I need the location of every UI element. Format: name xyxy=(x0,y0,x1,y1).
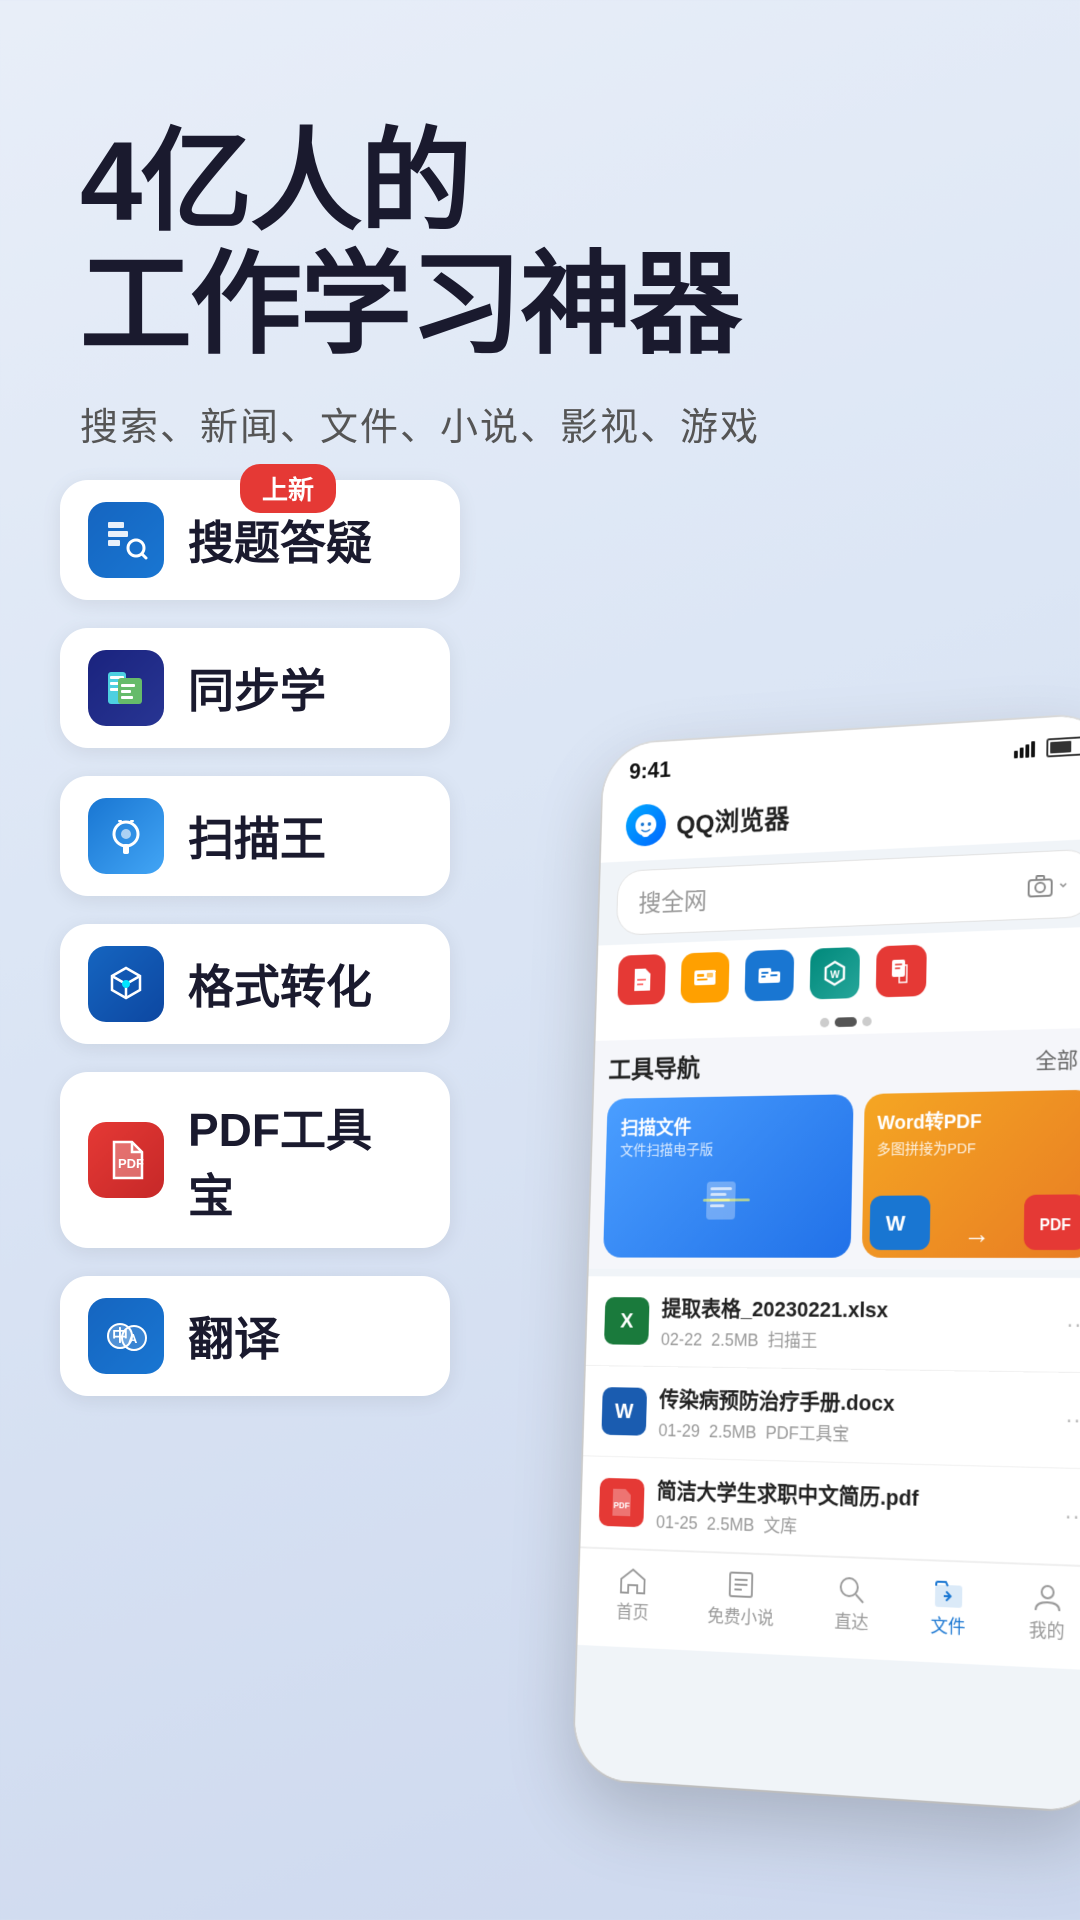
feature-card-search-qa[interactable]: 上新 搜题答疑 xyxy=(60,480,460,600)
nav-files-label: 文件 xyxy=(930,1612,965,1640)
quick-icon-3[interactable] xyxy=(744,949,794,1001)
file-meta-2: 01-29 2.5MB PDF工具宝 xyxy=(658,1417,1051,1451)
file-name-2: 传染病预防治疗手册.docx xyxy=(659,1382,1052,1421)
tools-title: 工具导航 xyxy=(608,1049,700,1085)
hero-section: 4亿人的 工作学习神器 搜索、新闻、文件、小说、影视、游戏 xyxy=(0,0,1080,491)
file-item-2[interactable]: W 传染病预防治疗手册.docx 01-29 2.5MB PDF工具宝 ··· xyxy=(583,1366,1080,1470)
file-meta-1: 02-22 2.5MB 扫描王 xyxy=(661,1326,1053,1356)
feature-card-format[interactable]: 格式转化 xyxy=(60,924,450,1044)
qq-logo xyxy=(625,803,666,847)
feature-label-scan: 扫描王 xyxy=(188,803,326,869)
hero-subtitle: 搜索、新闻、文件、小说、影视、游戏 xyxy=(80,396,1000,451)
quick-icon-5[interactable] xyxy=(876,944,927,997)
feature-card-scan[interactable]: 扫描王 xyxy=(60,776,450,896)
file-more-2[interactable]: ··· xyxy=(1065,1406,1080,1435)
nav-profile-label: 我的 xyxy=(1029,1616,1065,1644)
file-info-3: 简洁大学生求职中文简历.pdf 01-25 2.5MB 文库 xyxy=(656,1474,1051,1548)
scan-icon xyxy=(88,798,164,874)
svg-text:PDF: PDF xyxy=(118,1156,144,1171)
dot-2 xyxy=(835,1017,857,1027)
dot-3 xyxy=(862,1017,871,1027)
feature-label-pdf: PDF工具宝 xyxy=(188,1094,400,1226)
nav-novel-label: 免费小说 xyxy=(707,1602,774,1631)
file-more-3[interactable]: ··· xyxy=(1064,1502,1080,1531)
nav-profile[interactable]: 我的 xyxy=(1029,1581,1065,1644)
nav-home-label: 首页 xyxy=(616,1598,649,1625)
tool-cards: 扫描文件 文件扫描电子版 xyxy=(603,1090,1080,1258)
search-qa-icon xyxy=(88,502,164,578)
file-list: X 提取表格_20230221.xlsx 02-22 2.5MB 扫描王 ···… xyxy=(580,1276,1080,1567)
svg-text:A: A xyxy=(128,1331,138,1346)
feature-label-translate: 翻译 xyxy=(188,1303,280,1369)
file-info-2: 传染病预防治疗手册.docx 01-29 2.5MB PDF工具宝 xyxy=(658,1382,1051,1451)
word-pdf-sub: 多图拼接为PDF xyxy=(877,1136,1080,1159)
tools-all-link[interactable]: 全部 xyxy=(1035,1042,1080,1075)
pdf-icon: PDF xyxy=(88,1122,164,1198)
camera-icon xyxy=(1027,872,1069,897)
tools-header: 工具导航 全部 xyxy=(608,1040,1080,1086)
svg-text:W: W xyxy=(830,970,840,981)
tool-card-scan[interactable]: 扫描文件 文件扫描电子版 xyxy=(603,1094,854,1258)
feature-card-translate[interactable]: 中 A 翻译 xyxy=(60,1276,450,1396)
quick-icon-1[interactable] xyxy=(617,954,666,1005)
feature-card-pdf[interactable]: PDF PDF工具宝 xyxy=(60,1072,450,1248)
search-bar[interactable]: 搜全网 xyxy=(616,849,1080,936)
nav-files[interactable]: 文件 xyxy=(930,1577,966,1639)
feature-label-sync: 同步学 xyxy=(188,655,326,721)
browser-title: QQ浏览器 xyxy=(676,799,790,842)
scan-card-sub: 文件扫描电子版 xyxy=(620,1137,838,1160)
quick-icon-2[interactable] xyxy=(680,952,729,1004)
nav-novel[interactable]: 免费小说 xyxy=(707,1569,775,1631)
badge-new: 上新 xyxy=(240,464,336,513)
scan-card-label: 扫描文件 xyxy=(620,1110,838,1141)
status-time: 9:41 xyxy=(629,758,671,786)
bottom-nav: 首页 免费小说 直达 文件 我的 xyxy=(577,1547,1080,1671)
sync-icon xyxy=(88,650,164,726)
translate-icon: 中 A xyxy=(88,1298,164,1374)
status-icons xyxy=(1014,736,1080,759)
svg-text:PDF: PDF xyxy=(613,1500,629,1511)
nav-home[interactable]: 首页 xyxy=(616,1565,650,1625)
word-pdf-label: Word转PDF xyxy=(877,1104,1080,1135)
tool-card-word-pdf[interactable]: Word转PDF 多图拼接为PDF W → PDF xyxy=(862,1090,1080,1258)
file-name-1: 提取表格_20230221.xlsx xyxy=(661,1292,1052,1326)
search-placeholder: 搜全网 xyxy=(638,882,707,919)
hero-title: 4亿人的 工作学习神器 xyxy=(80,120,1000,366)
file-more-1[interactable]: ··· xyxy=(1066,1311,1080,1339)
docx-icon: W xyxy=(601,1387,647,1436)
file-info-1: 提取表格_20230221.xlsx 02-22 2.5MB 扫描王 xyxy=(661,1292,1053,1356)
format-icon xyxy=(88,946,164,1022)
battery-icon xyxy=(1046,736,1080,757)
xlsx-icon: X xyxy=(604,1297,650,1345)
quick-icons: W xyxy=(596,926,1080,1017)
feature-label-search-qa: 搜题答疑 xyxy=(188,507,372,573)
quick-icon-4[interactable]: W xyxy=(810,947,860,1000)
pdf-file-icon: PDF xyxy=(599,1478,645,1528)
features-section: 上新 搜题答疑 同步学 xyxy=(60,480,460,1396)
feature-label-format: 格式转化 xyxy=(188,951,372,1017)
nav-direct-label: 直达 xyxy=(834,1608,869,1636)
nav-direct[interactable]: 直达 xyxy=(834,1574,869,1635)
tools-section: 工具导航 全部 扫描文件 文件扫描电子版 xyxy=(589,1027,1080,1270)
phone-mockup: 9:41 xyxy=(574,713,1080,1812)
dot-1 xyxy=(820,1018,829,1028)
feature-card-sync[interactable]: 同步学 xyxy=(60,628,450,748)
file-item-1[interactable]: X 提取表格_20230221.xlsx 02-22 2.5MB 扫描王 ··· xyxy=(586,1276,1080,1373)
